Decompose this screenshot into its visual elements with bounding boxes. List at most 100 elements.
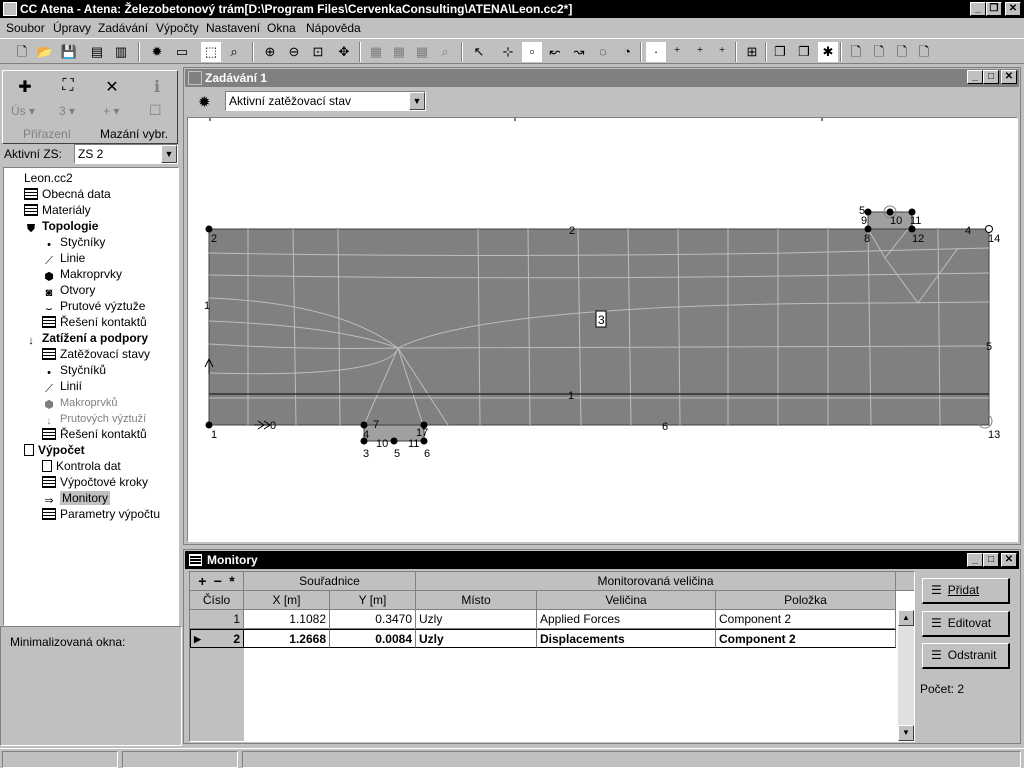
col-polozka[interactable]: Položka xyxy=(716,591,896,610)
tree-item[interactable]: ⟋ Linie xyxy=(42,250,85,267)
tree-item[interactable]: ⟋ Linií xyxy=(42,378,82,395)
console-icon[interactable]: ▭ xyxy=(172,42,192,62)
doc-icon-2[interactable]: 🗋 xyxy=(869,42,889,62)
save-icon[interactable]: 💾 xyxy=(59,42,79,62)
tree-item[interactable]: ◙ Otvory xyxy=(42,282,96,299)
assign-label[interactable]: Přiřazení xyxy=(23,127,71,141)
vertical-scrollbar[interactable]: ▲ ▼ xyxy=(898,610,914,741)
minimize-button[interactable]: _ xyxy=(970,2,986,16)
line-tool-2-icon[interactable]: ↝ xyxy=(569,42,589,62)
remove-button[interactable]: ☰ Odstranit xyxy=(922,643,1010,669)
row-1-quantity[interactable]: Applied Forces xyxy=(537,610,716,629)
row-1-y[interactable]: 0.3470 xyxy=(330,610,416,629)
row-1-x[interactable]: 1.1082 xyxy=(244,610,330,629)
tree-root[interactable]: Leon.cc2 xyxy=(24,170,73,186)
zoom-in-icon[interactable]: ⊕ xyxy=(260,42,280,62)
row-2-place[interactable]: Uzly xyxy=(416,629,537,648)
tree-item[interactable]: ↓ Prutových výztuží xyxy=(42,410,146,427)
line-tool-icon[interactable]: ↜ xyxy=(545,42,565,62)
region-tool-icon[interactable]: ◔ xyxy=(617,42,637,62)
scroll-down-icon[interactable]: ▼ xyxy=(898,725,914,741)
view-icon-4[interactable]: ⌕ xyxy=(435,42,455,62)
lc-button-box[interactable]: ☐ xyxy=(149,102,162,119)
menu-zadavani[interactable]: Zadávání xyxy=(98,21,148,35)
print-preview-icon[interactable]: ▤ xyxy=(87,42,107,62)
menu-nastaveni[interactable]: Nastavení xyxy=(206,21,260,35)
tree-item[interactable]: Materiály xyxy=(24,202,91,218)
col-y[interactable]: Y [m] xyxy=(330,591,416,610)
row-2-x[interactable]: 1.2668 xyxy=(244,629,330,648)
tree-item[interactable]: ↓ Zatížení a podpory xyxy=(24,330,148,347)
add-node-icon[interactable]: ⊹ xyxy=(498,42,518,62)
lc-button-plus[interactable]: + ▾ xyxy=(103,104,119,118)
circle-tool-icon[interactable]: ◌ xyxy=(593,42,613,62)
menu-vypocty[interactable]: Výpočty xyxy=(156,21,199,35)
chevron-down-icon[interactable]: ▼ xyxy=(409,92,425,110)
asterisk-icon[interactable]: * xyxy=(229,573,234,589)
plus-icon[interactable]: ✚ xyxy=(13,77,37,97)
add-row-icon[interactable]: + xyxy=(198,573,206,589)
tree-item[interactable]: ⌣ Prutové výztuže xyxy=(42,298,145,315)
monitors-maximize-button[interactable]: □ xyxy=(983,553,999,567)
col-velicina[interactable]: Veličina xyxy=(537,591,716,610)
row-2-quantity[interactable]: Displacements xyxy=(537,629,716,648)
load-case-dropdown[interactable]: Aktivní zatěžovací stav ▼ xyxy=(225,91,426,111)
zoom-fit-icon[interactable]: ⊡ xyxy=(308,42,328,62)
row-2-y[interactable]: 0.0084 xyxy=(330,629,416,648)
close-button[interactable]: ✕ xyxy=(1005,2,1021,16)
points-3-icon[interactable]: ⁺ xyxy=(712,42,732,62)
window-icon-1[interactable]: ❐ xyxy=(770,42,790,62)
row-1-place[interactable]: Uzly xyxy=(416,610,537,629)
select-node-icon[interactable]: ▫ xyxy=(522,42,542,62)
sun-icon[interactable]: ✹ xyxy=(198,93,211,111)
input-window-close-button[interactable]: ✕ xyxy=(1001,70,1017,84)
col-x[interactable]: X [m] xyxy=(244,591,330,610)
x-icon[interactable]: ✕ xyxy=(100,77,124,97)
edit-button[interactable]: ☰ Editovat xyxy=(922,611,1010,637)
lc-button-3[interactable]: 3 ▾ xyxy=(59,104,75,118)
new-file-icon[interactable]: 🗋 xyxy=(12,42,32,62)
tree-item[interactable]: Kontrola dat xyxy=(42,458,121,474)
node-14[interactable] xyxy=(985,225,993,233)
row-2-item[interactable]: Component 2 xyxy=(716,629,896,648)
menu-okna[interactable]: Okna xyxy=(267,21,296,35)
tree-item[interactable]: ⬢ Makroprvků xyxy=(42,394,117,411)
col-cislo[interactable]: Číslo xyxy=(190,591,244,610)
tree-item[interactable]: Zatěžovací stavy xyxy=(42,346,150,362)
open-folder-icon[interactable]: 📂 xyxy=(35,42,55,62)
zoom-out-icon[interactable]: ⊖ xyxy=(284,42,304,62)
pointer-icon[interactable]: ↖ xyxy=(469,42,489,62)
row-1-num[interactable]: 1 xyxy=(190,610,244,629)
pan-icon[interactable]: ✥ xyxy=(334,42,354,62)
model-canvas[interactable]: 2 2 4 14 1 5 1 6 1 0 3 4 5 6 7 10 11 17 … xyxy=(187,117,1018,542)
add-button[interactable]: ☰ Přidat xyxy=(922,578,1010,604)
active-lc-select[interactable]: ZS 2 ▼ xyxy=(74,144,178,164)
col-misto[interactable]: Místo xyxy=(416,591,537,610)
input-window-maximize-button[interactable]: □ xyxy=(983,70,999,84)
row-1-item[interactable]: Component 2 xyxy=(716,610,896,629)
tree-item[interactable]: • Styčníky xyxy=(42,234,105,251)
row-2-num[interactable]: ▶ 2 xyxy=(190,629,244,648)
menu-upravy[interactable]: Úpravy xyxy=(53,21,91,35)
view-icon-1[interactable]: ▦ xyxy=(366,42,386,62)
select-mode-icon[interactable]: ⬚ xyxy=(201,42,221,62)
tree-item[interactable]: ⛊ Topologie xyxy=(24,218,99,235)
lc-button-us[interactable]: Ús ▾ xyxy=(11,104,35,118)
doc-icon-4[interactable]: 🗋 xyxy=(914,42,934,62)
zoom-window-icon[interactable]: ⌕ xyxy=(224,42,244,62)
calc-icon[interactable]: ✹ xyxy=(147,42,167,62)
info-icon[interactable]: ℹ xyxy=(145,77,169,97)
points-icon[interactable]: ⁺ xyxy=(667,42,687,62)
select-icon[interactable]: ⛶ xyxy=(56,77,80,95)
doc-icon-3[interactable]: 🗋 xyxy=(892,42,912,62)
restore-button[interactable]: ❐ xyxy=(986,2,1002,16)
window-icon-2[interactable]: ❐ xyxy=(794,42,814,62)
scroll-up-icon[interactable]: ▲ xyxy=(898,610,914,626)
tree-item[interactable]: Řešení kontaktů xyxy=(42,426,147,442)
tree-item[interactable]: Řešení kontaktů xyxy=(42,314,147,330)
delete-selected-label[interactable]: Mazání vybr. xyxy=(100,127,168,141)
monitors-close-button[interactable]: ✕ xyxy=(1001,553,1017,567)
remove-row-icon[interactable]: − xyxy=(214,573,222,589)
tree-item[interactable]: Výpočtové kroky xyxy=(42,474,148,490)
tree-item[interactable]: Výpočet xyxy=(24,442,85,458)
